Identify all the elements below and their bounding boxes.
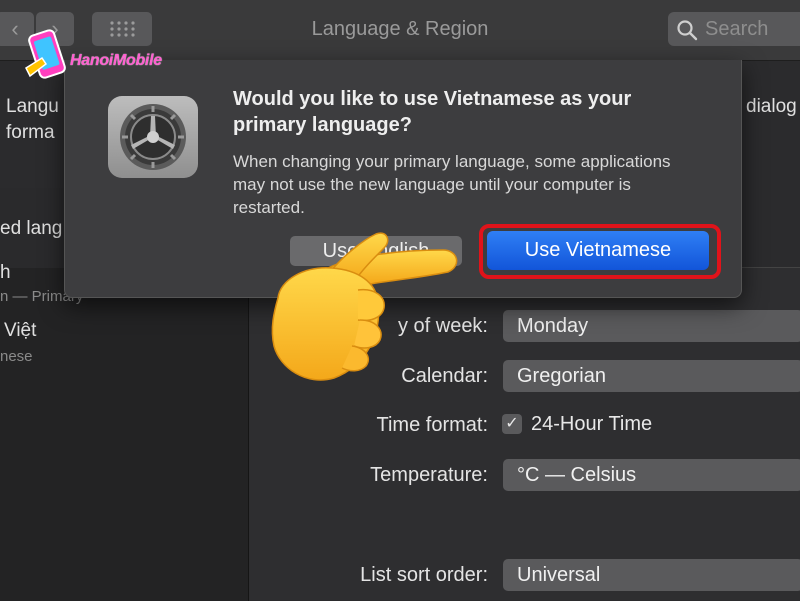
search-placeholder: Search bbox=[705, 18, 769, 40]
header-text-line1: Langu bbox=[6, 96, 59, 117]
header-text-right: dialog bbox=[746, 96, 797, 117]
list-sort-order-popup[interactable]: Universal bbox=[503, 559, 800, 591]
dialog-title: Would you like to use Vietnamese as your… bbox=[233, 88, 632, 136]
language-name: h bbox=[0, 262, 11, 283]
language-name: Việt bbox=[4, 320, 37, 341]
search-field[interactable]: Search bbox=[668, 12, 800, 46]
search-icon bbox=[677, 20, 698, 41]
time-format-label: Time format: bbox=[376, 414, 489, 436]
first-day-of-week-popup[interactable]: Monday bbox=[503, 310, 800, 342]
language-sub: nese bbox=[0, 348, 33, 365]
use-vietnamese-button[interactable]: Use Vietnamese bbox=[487, 231, 709, 270]
list-sort-order-label: List sort order: bbox=[360, 564, 488, 586]
time-format-checkbox-label: 24-Hour Time bbox=[531, 413, 653, 435]
temperature-popup[interactable]: °C — Celsius bbox=[503, 459, 800, 491]
watermark-brand: HanoiMobile bbox=[70, 52, 162, 69]
system-preferences-gear-icon bbox=[108, 96, 198, 178]
calendar-popup[interactable]: Gregorian bbox=[503, 360, 800, 392]
dialog-message: When changing your primary language, som… bbox=[233, 152, 671, 217]
temperature-label: Temperature: bbox=[370, 464, 488, 486]
header-text-line2: forma bbox=[6, 122, 55, 143]
pointing-hand-emoji bbox=[271, 232, 458, 381]
time-format-checkbox[interactable]: ✓ bbox=[502, 414, 522, 434]
preferred-languages-heading: ed lang bbox=[0, 218, 63, 239]
